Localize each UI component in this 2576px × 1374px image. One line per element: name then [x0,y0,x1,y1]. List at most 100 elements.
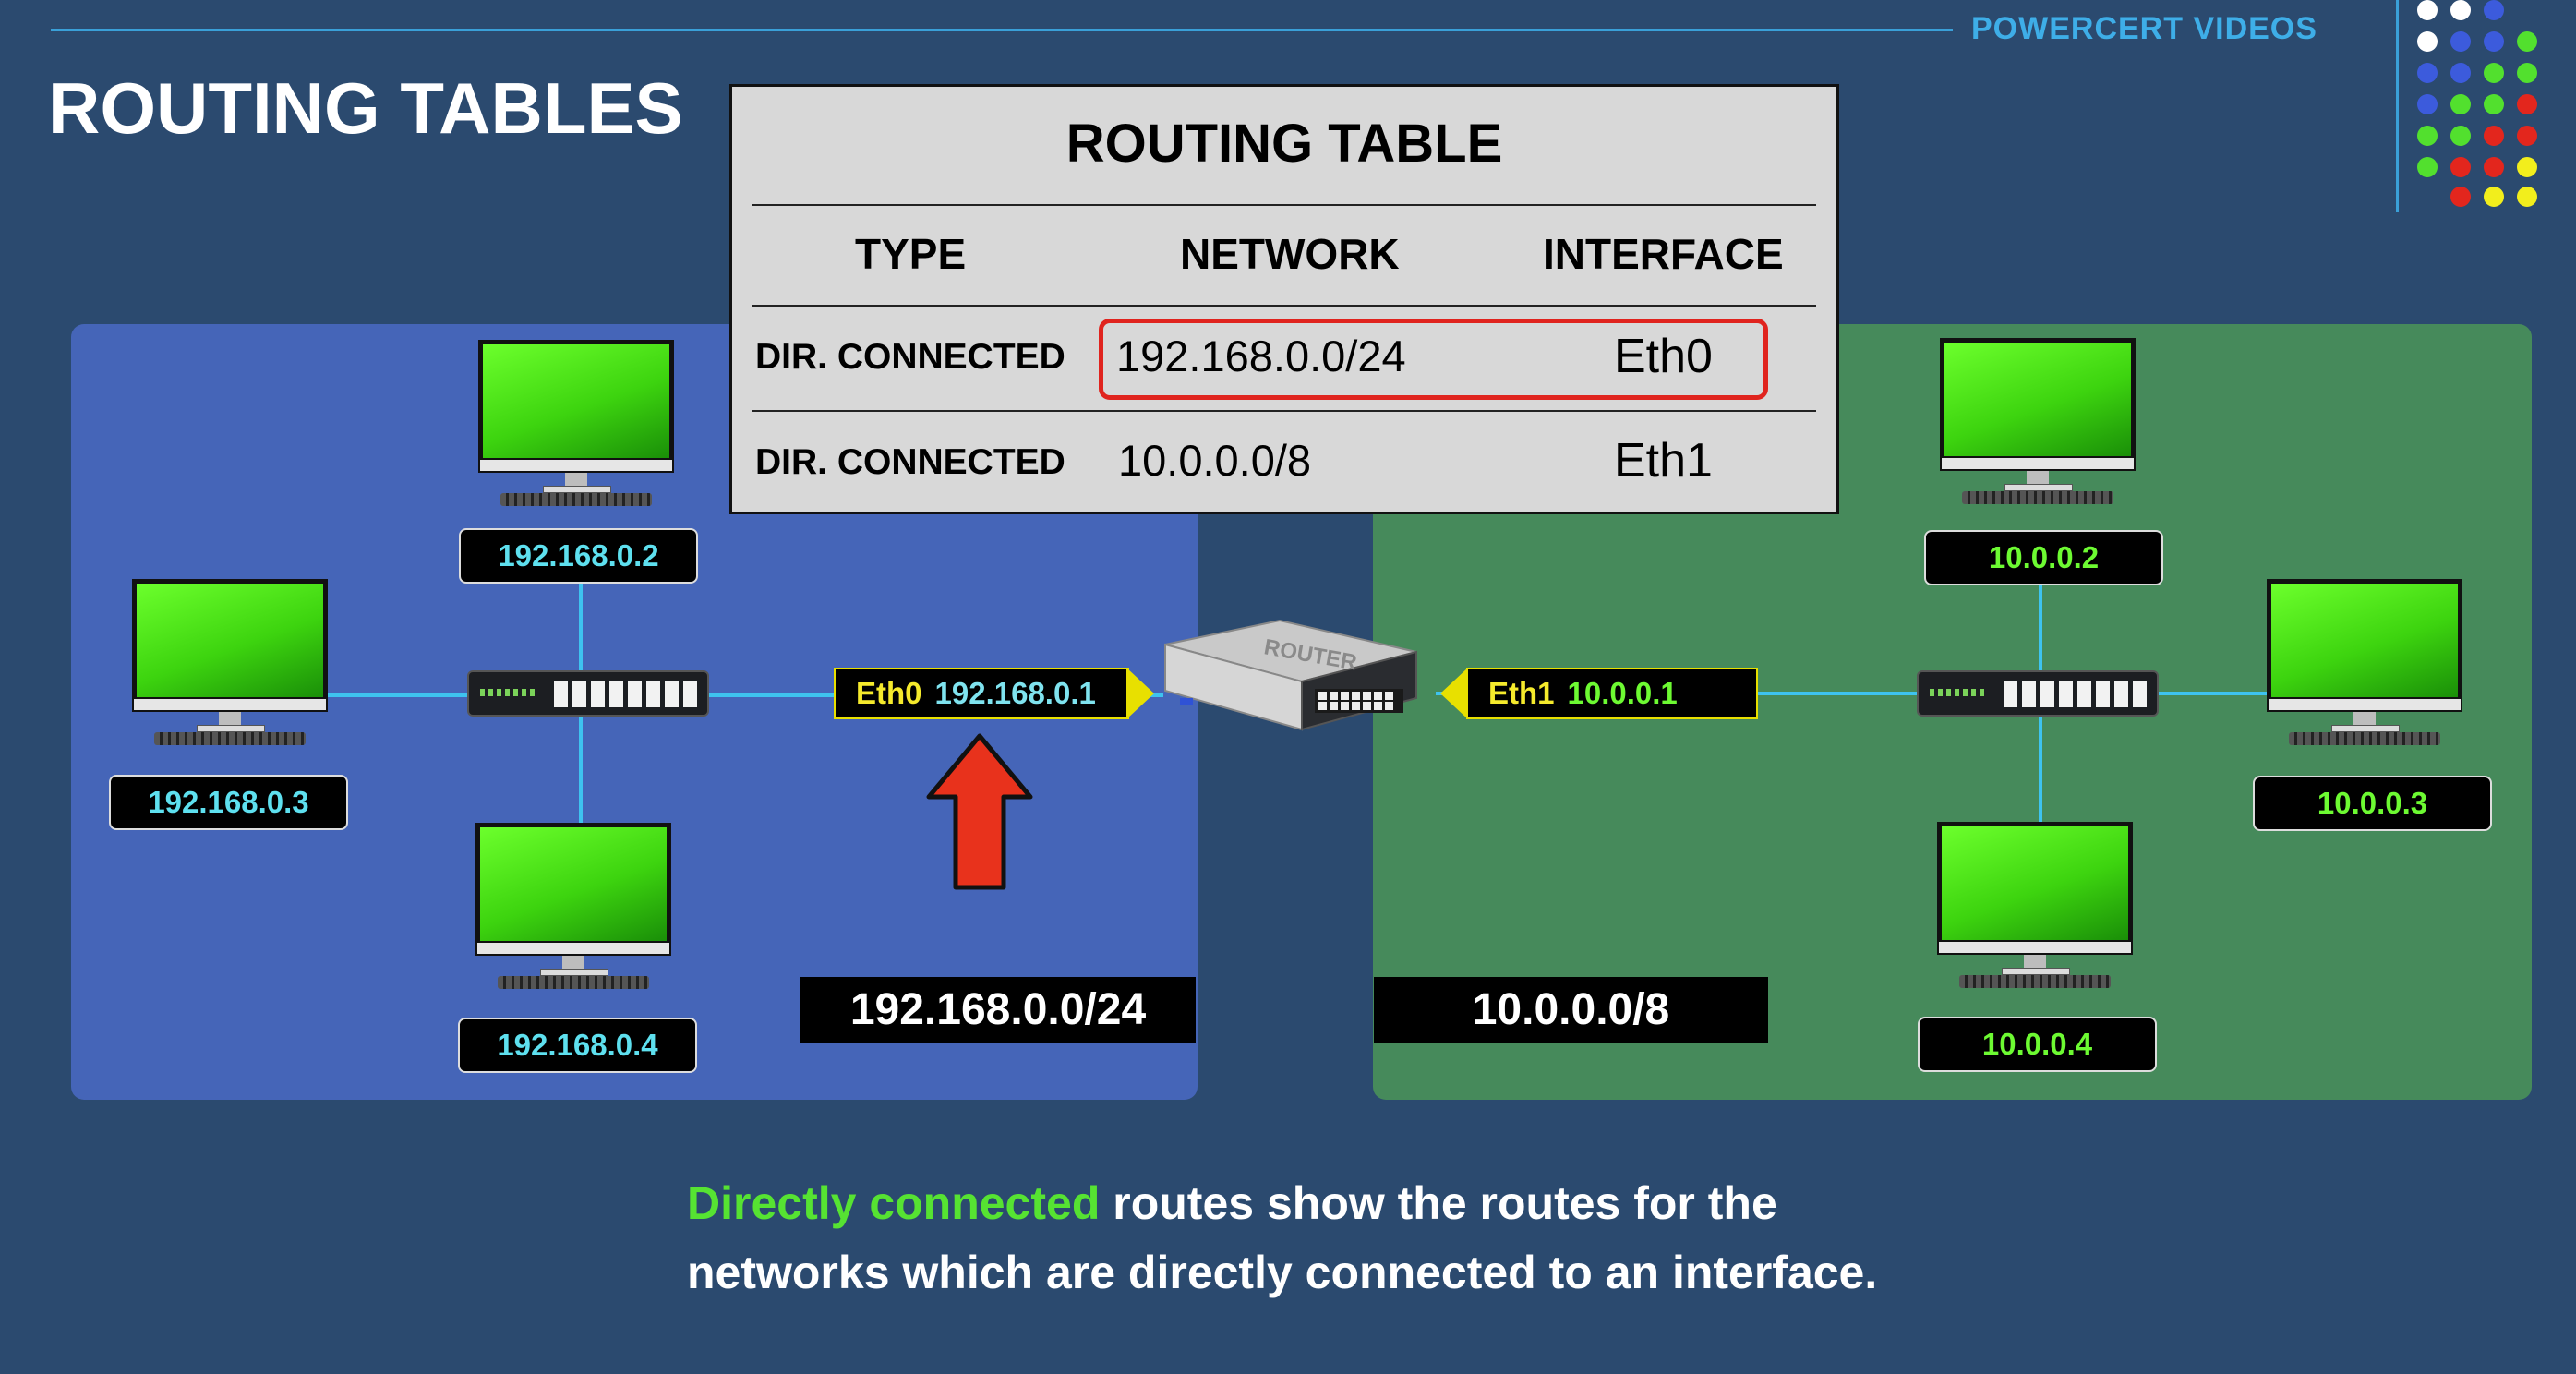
page-title: ROUTING TABLES [48,67,683,149]
brand-dot [2484,157,2504,177]
brand-dot [2484,187,2504,207]
monitor-chin [475,941,671,956]
brand-dot [2417,126,2438,146]
brand-dot [2484,63,2504,83]
brand-dot [2450,187,2471,207]
column-header-type: TYPE [855,230,967,278]
brand-dot-grid [2417,0,2556,212]
column-header-interface: INTERFACE [1543,230,1784,278]
router-icon: ROUTER [1164,619,1417,731]
host-ip-label: 192.168.0.2 [459,528,698,584]
brand-dot [2417,0,2438,20]
brand-dot [2484,94,2504,114]
monitor-chin [132,697,328,712]
table-cell-type: DIR. CONNECTED [755,442,1065,482]
interface-address: 10.0.0.1 [1567,676,1678,710]
brand-dot [2517,31,2537,52]
table-divider [752,204,1816,206]
monitor-chin [478,458,674,473]
keyboard [154,732,306,745]
brand-dot [2417,157,2438,177]
caption-highlight: Directly connected [687,1177,1101,1229]
monitor-screen [1940,338,2136,461]
interface-name: Eth1 [1488,676,1555,710]
red-up-arrow-icon [926,733,1033,890]
eth1-interface-label: Eth1 10.0.0.1 [1466,668,1758,719]
brand-dot [2450,63,2471,83]
right-network-address: 10.0.0.0/8 [1374,977,1768,1043]
computer-icon [1940,338,2136,506]
monitor-chin [2267,697,2462,712]
column-header-network: NETWORK [1180,230,1400,278]
eth1-pointer-icon [1440,668,1468,719]
computer-icon [132,579,328,747]
caption-line-1: Directly connected routes show the route… [687,1169,1980,1238]
brand-dot [2417,94,2438,114]
monitor-base [540,969,608,976]
monitor-screen [2267,579,2462,702]
monitor-base [543,486,611,493]
table-divider [752,410,1816,412]
monitor-screen [1937,822,2133,945]
monitor-base [2004,484,2073,491]
keyboard [500,493,652,506]
brand-dot [2484,31,2504,52]
switch-leds [1930,689,1987,696]
routing-table-title: ROUTING TABLE [1065,114,1503,174]
computer-icon [478,340,674,508]
brand-name: POWERCERT VIDEOS [1971,11,2317,46]
computer-icon [475,823,671,991]
monitor-screen [475,823,671,946]
computer-icon [2267,579,2462,747]
monitor-chin [1937,940,2133,955]
table-cell-type: DIR. CONNECTED [755,337,1065,377]
switch-ports [554,681,698,707]
brand-dot [2517,63,2537,83]
table-cell-interface: Eth0 [1614,330,1713,383]
monitor-screen [478,340,674,463]
table-cell-network: 192.168.0.0/24 [1116,331,1406,380]
brand-dot [2484,0,2504,20]
host-ip-label: 192.168.0.3 [109,775,348,830]
eth0-pointer-icon [1126,668,1154,719]
caption-line-2: networks which are directly connected to… [687,1247,1878,1298]
brand-dot [2450,157,2471,177]
interface-address: 192.168.0.1 [934,676,1096,710]
caption-text: Directly connected routes show the route… [687,1169,1980,1308]
brand-dot [2450,31,2471,52]
interface-name: Eth0 [856,676,922,710]
switch-leds [480,689,537,696]
network-switch-icon [467,670,709,717]
keyboard [1959,975,2111,988]
eth0-interface-label: Eth0 192.168.0.1 [834,668,1129,719]
keyboard [2289,732,2440,745]
computer-icon [1937,822,2133,990]
host-ip-label: 10.0.0.4 [1918,1017,2157,1072]
left-network-address: 192.168.0.0/24 [800,977,1196,1043]
table-cell-interface: Eth1 [1614,434,1713,488]
brand-dot [2517,157,2537,177]
brand-dot [2517,126,2537,146]
network-switch-icon [1917,670,2159,717]
monitor-screen [132,579,328,702]
brand-dot [2484,126,2504,146]
host-ip-label: 192.168.0.4 [458,1018,697,1073]
table-cell-network: 10.0.0.0/8 [1118,436,1312,485]
brand-dot [2450,126,2471,146]
brand-divider [2396,0,2399,212]
host-ip-label: 10.0.0.3 [2253,776,2492,831]
brand-dot [2450,94,2471,114]
brand-dot [2417,63,2438,83]
routing-table: ROUTING TABLE TYPE NETWORK INTERFACE DIR… [729,84,1839,514]
monitor-chin [1940,456,2136,471]
monitor-base [2331,725,2400,732]
keyboard [1962,491,2113,504]
brand-dot [2417,31,2438,52]
switch-ports [2004,681,2148,707]
host-ip-label: 10.0.0.2 [1924,530,2163,585]
table-divider [752,305,1816,307]
caption-line-1-rest: routes show the routes for the [1100,1177,1777,1229]
brand-line [51,29,1953,31]
brand-dot [2517,94,2537,114]
keyboard [498,976,649,989]
